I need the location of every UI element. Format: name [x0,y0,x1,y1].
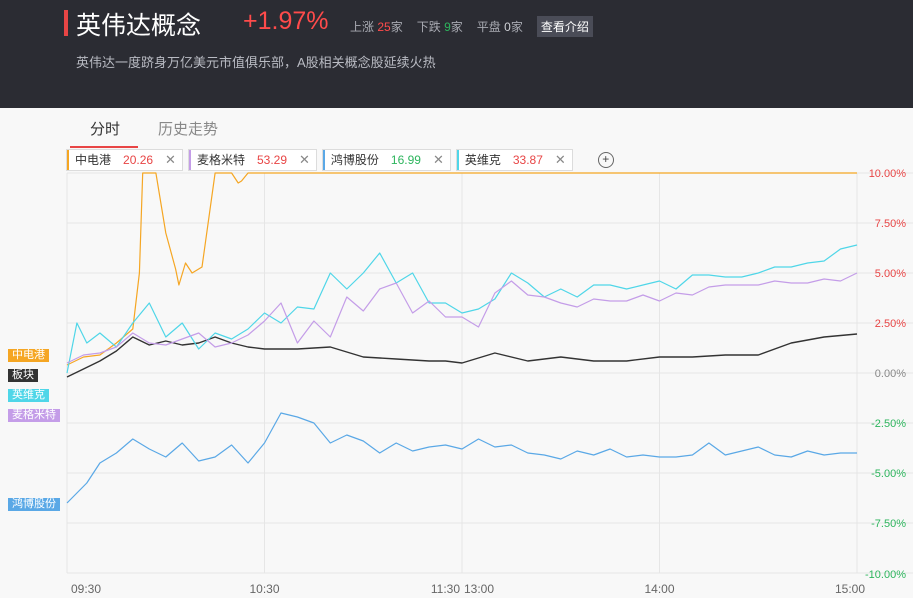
y-tick-label: 0.00% [875,368,906,380]
series-start-label: 中电港 [8,349,49,362]
series-start-label: 鸿博股份 [8,498,60,511]
y-tick-label: -10.00% [865,569,906,581]
x-tick-label: 09:30 [71,582,101,596]
x-tick-label: 14:00 [644,582,674,596]
series-start-label: 麦格米特 [8,409,60,422]
y-tick-label: -2.50% [871,418,906,430]
series-start-label: 英维克 [8,389,49,402]
x-tick-label: 13:00 [464,582,494,596]
x-tick-label: 10:30 [249,582,279,596]
y-tick-label: 10.00% [869,168,907,180]
y-tick-label: 2.50% [875,318,906,330]
series-start-label: 板块 [8,369,38,382]
chart-grid [66,172,913,574]
y-tick-label: -7.50% [871,518,906,530]
y-tick-label: -5.00% [871,468,906,480]
x-tick-label: 11:30 [431,582,460,596]
y-tick-label: 5.00% [875,268,906,280]
intraday-chart: 10.00% 7.50% 5.00% 2.50% 0.00% -2.50% -5.00% -7… [66,168,913,596]
chart-ticks: 10.00% 7.50% 5.00% 2.50% 0.00% -2.50% -5.00% -7… [71,168,906,596]
x-tick-label: 15:00 [835,582,865,596]
y-tick-label: 7.50% [875,218,906,230]
